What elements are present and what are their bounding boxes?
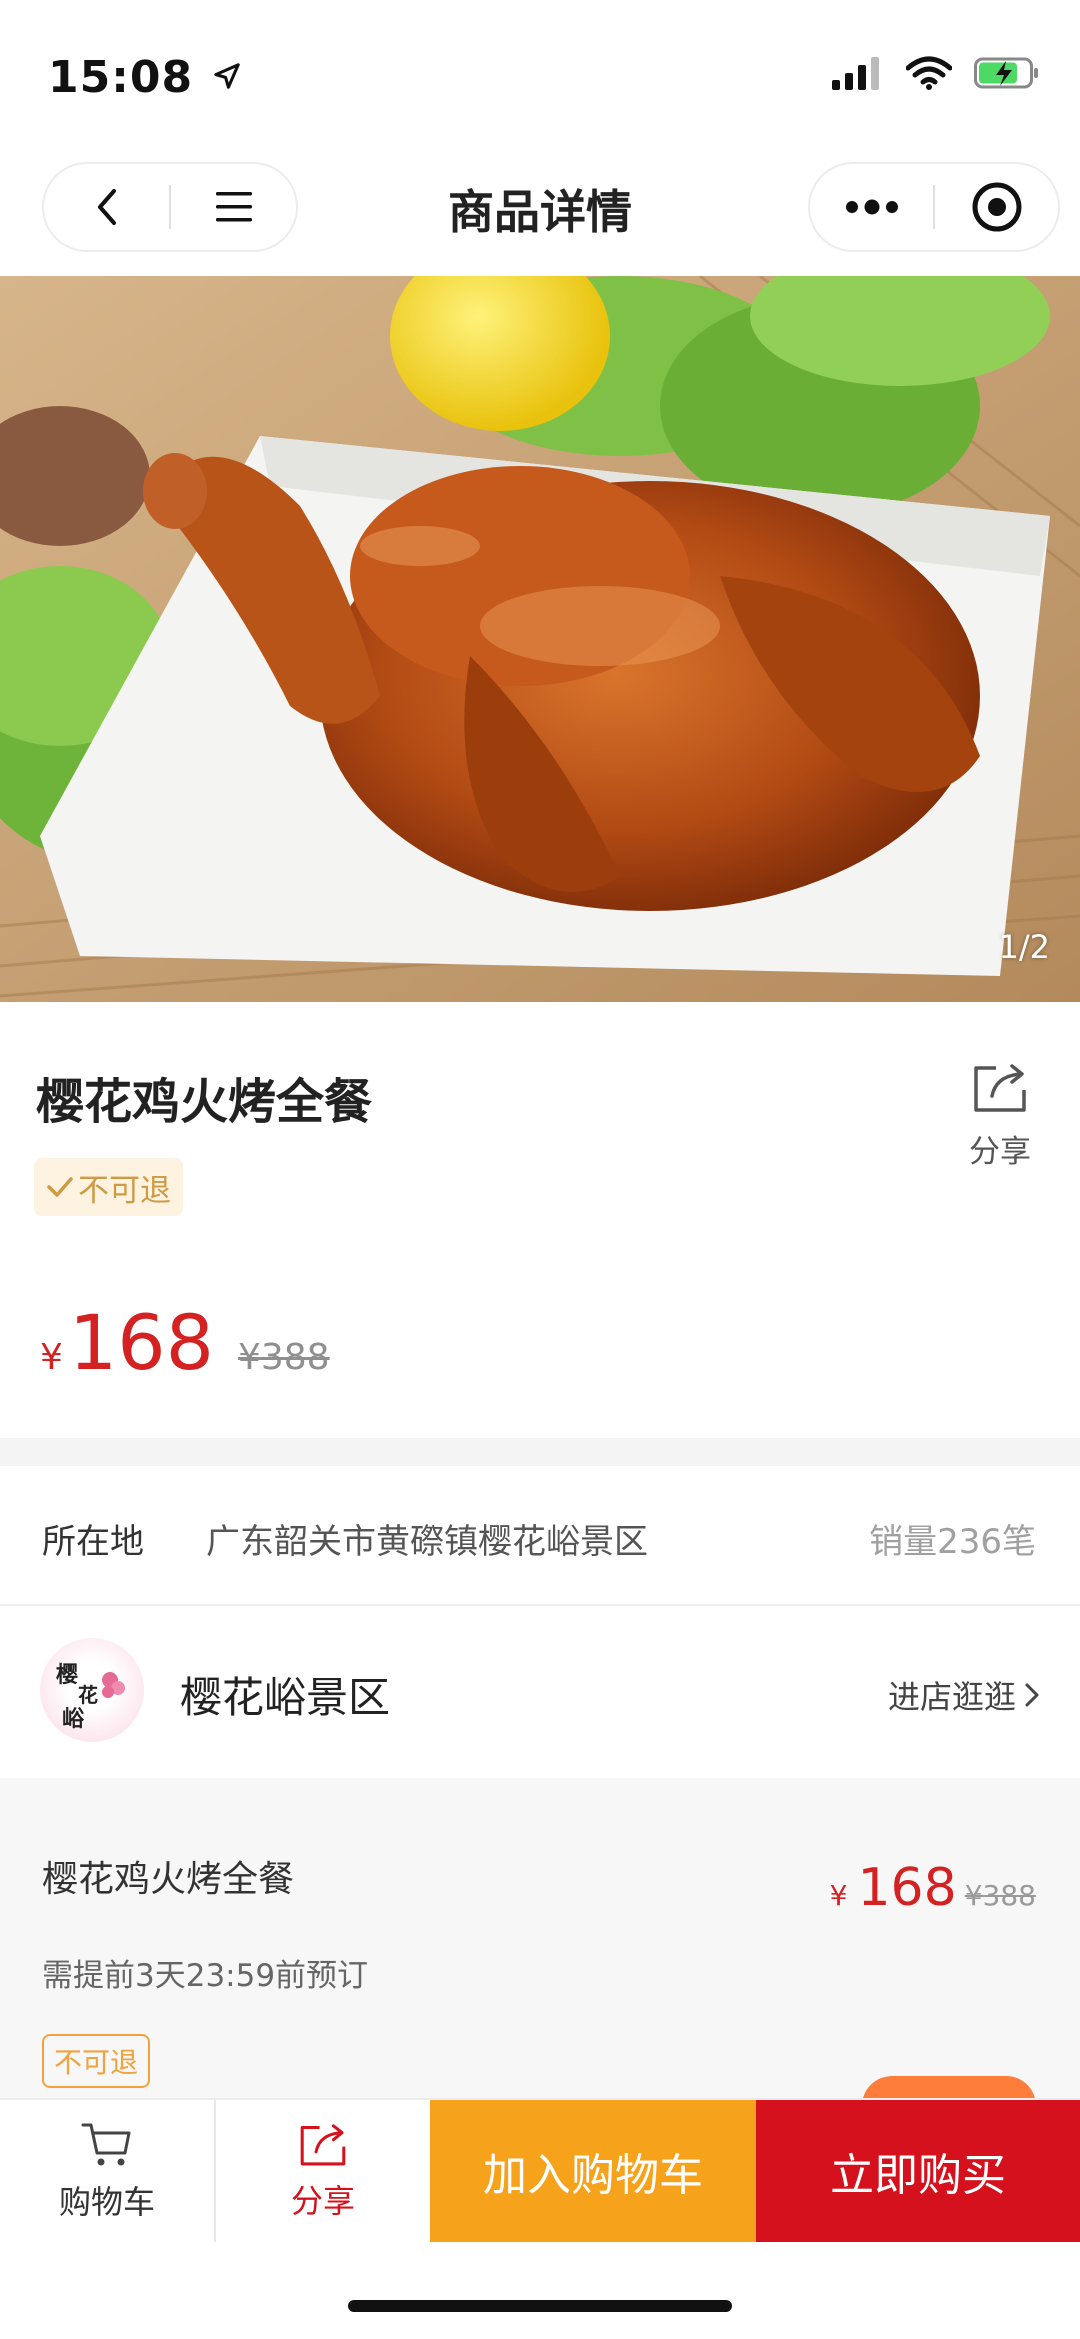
sku-price: ¥ 168 ¥388 [830,1858,1036,1918]
cart-label: 购物车 [58,2183,155,2221]
price-row: ¥ 168 ¥388 [40,1298,330,1387]
cart-icon [81,2123,131,2166]
sku-name: 樱花鸡火烤全餐 [42,1859,295,1900]
shop-row[interactable]: 樱 花 峪 樱花峪景区 进店逛逛 [0,1608,1080,1778]
chevron-right-icon [1025,1683,1039,1707]
location-row: 所在地 广东韶关市黄磜镇樱花峪景区 销量236笔 [0,1466,1080,1606]
nav-bar: 商品详情 [0,150,1080,276]
original-price: ¥388 [237,1337,330,1378]
buy-now-button[interactable]: 立即购买 [756,2100,1080,2242]
sku-card[interactable]: 樱花鸡火烤全餐 ¥ 168 ¥388 需提前3天23:59前预订 不可退 [0,1778,1080,2136]
share-icon [300,2124,346,2166]
bottom-share-button[interactable]: 分享 [216,2100,430,2242]
section-divider [0,1438,1080,1466]
nav-capsule-right [808,162,1060,252]
product-image-carousel[interactable]: 1/2 [0,276,1080,1002]
share-icon [974,1064,1026,1112]
svg-text:樱: 樱 [56,1662,78,1688]
enter-shop-label: 进店逛逛 [887,1678,1016,1716]
shop-logo-mark: 樱 花 峪 [56,1662,125,1732]
sku-original-price: ¥388 [964,1879,1036,1912]
product-image [0,276,1080,1002]
image-pager: 1/2 [998,928,1051,966]
enter-shop-link[interactable]: 进店逛逛 [888,1672,1040,1718]
svg-text:峪: 峪 [62,1706,85,1732]
wifi-icon [906,56,952,90]
sku-price-currency: ¥ [829,1879,848,1912]
more-icon [845,199,898,215]
location-label: 所在地 [42,1522,144,1562]
signal-icon [832,57,879,90]
check-icon [47,1177,73,1197]
status-bar: 15:08 [0,0,1080,150]
close-miniprogram-button[interactable] [935,164,1058,250]
current-price: 168 [68,1298,214,1387]
sku-no-refund-tag: 不可退 [42,2034,151,2088]
target-icon [972,182,1021,232]
svg-text:花: 花 [78,1683,98,1707]
share-label: 分享 [969,1134,1031,1170]
price-currency: ¥ [40,1337,63,1378]
bottom-share-label: 分享 [290,2182,355,2220]
location-value: 广东韶关市黄磜镇樱花峪景区 [206,1522,648,1562]
more-button[interactable] [810,164,933,250]
add-to-cart-button[interactable]: 加入购物车 [430,2100,756,2242]
no-refund-label: 不可退 [78,1172,171,1209]
booking-note: 需提前3天23:59前预订 [42,1958,369,1994]
home-indicator[interactable] [348,2300,732,2312]
cart-button[interactable]: 购物车 [0,2100,214,2242]
battery-icon [974,57,1038,89]
location-arrow-icon [214,63,241,89]
status-time: 15:08 [48,52,241,103]
product-title: 樱花鸡火烤全餐 [36,1074,373,1130]
share-button[interactable]: 分享 [960,1060,1040,1171]
bottom-action-bar: 购物车 分享 加入购物车 立即购买 [0,2098,1080,2242]
shop-logo: 樱 花 峪 [40,1638,144,1742]
no-refund-tag: 不可退 [34,1158,183,1216]
shop-name: 樱花峪景区 [180,1673,391,1722]
sku-current-price: 168 [857,1858,957,1918]
sales-count: 销量236笔 [869,1522,1036,1562]
